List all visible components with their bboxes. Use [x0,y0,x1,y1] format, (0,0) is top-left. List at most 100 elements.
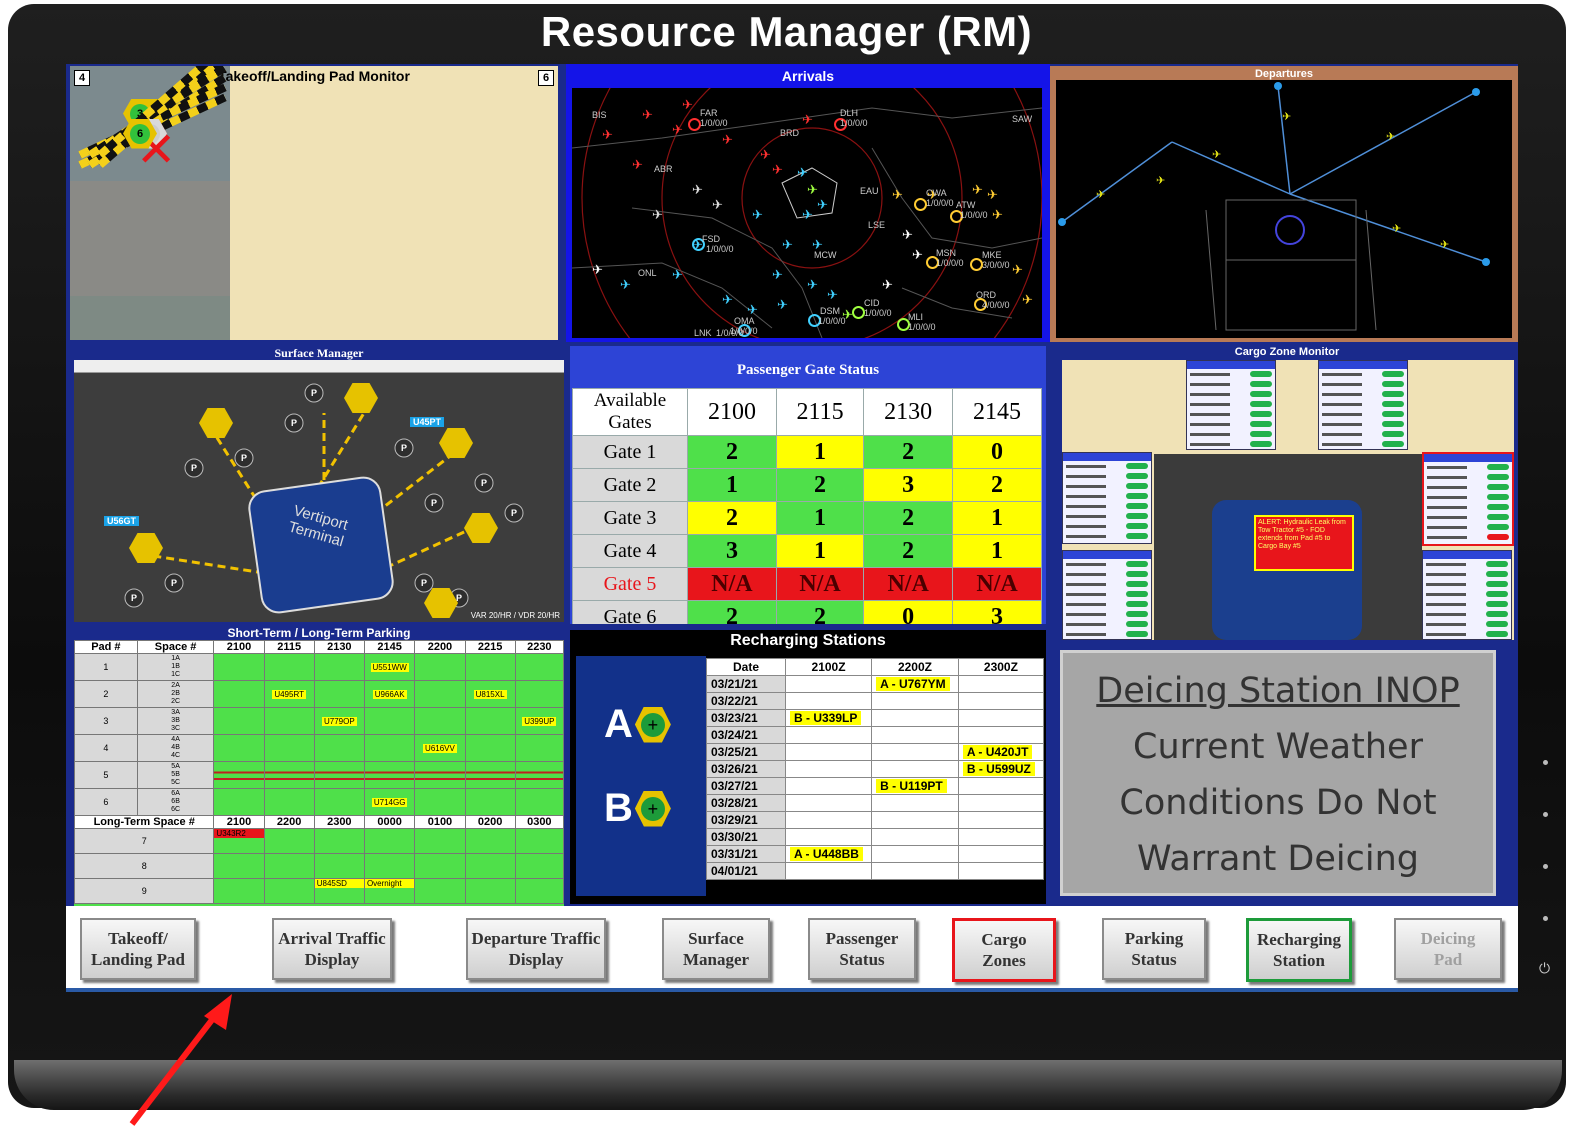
departures-map[interactable]: ✈ ✈ ✈ ✈ ✈ ✈ ✈ [1056,80,1512,338]
longterm-cell[interactable] [464,828,516,854]
gate-cell[interactable]: 2 [863,435,954,469]
parking-cell[interactable]: U966AK [363,680,416,708]
bezel-button[interactable] [1543,864,1548,869]
recharging-slot[interactable] [957,828,1045,846]
bezel-button[interactable] [1543,812,1548,817]
longterm-cell[interactable] [414,878,466,904]
recharging-slot[interactable]: A - U767YM [871,675,959,693]
gate-cell[interactable]: 2 [775,600,865,624]
aircraft-icon[interactable]: ✈ [652,208,663,221]
aircraft-icon[interactable]: ✈ [797,166,808,179]
longterm-cell[interactable] [213,878,265,904]
parking-status-button[interactable]: Parking Status [1102,918,1206,980]
parking-cell[interactable]: U551WW [363,653,416,681]
aircraft-icon[interactable]: ✈ [692,183,703,196]
parking-flight-tag[interactable]: U966AK [372,690,407,699]
parking-cell[interactable] [514,680,564,708]
longterm-cell[interactable] [514,878,564,904]
longterm-flight-tag[interactable]: Overnight [364,879,415,888]
aircraft-icon[interactable]: ✈ [1022,293,1033,306]
parking-cell[interactable] [363,761,416,789]
aircraft-icon[interactable]: ✈ [827,288,838,301]
recharging-slot[interactable] [957,862,1045,880]
recharging-slot[interactable] [871,828,959,846]
parking-cell[interactable] [464,788,516,816]
gate-cell[interactable]: N/A [952,567,1042,601]
aircraft-icon[interactable]: ✈ [807,183,818,196]
recharging-slot[interactable] [784,862,873,880]
terminal-block[interactable]: Vertiport Terminal [246,474,396,616]
parking-cell[interactable] [263,653,315,681]
gate-cell[interactable]: 3 [863,468,954,502]
aircraft-icon[interactable]: ✈ [592,263,603,276]
recharging-slot[interactable] [871,794,959,812]
pad-cell[interactable]: 33 [70,66,554,340]
parking-cell[interactable] [263,707,315,735]
aircraft-icon[interactable]: ✈ [672,123,683,136]
longterm-flight-tag[interactable]: U343R2 [214,829,264,838]
parking-cell[interactable] [414,788,466,816]
parking-cell[interactable]: U779OP [313,707,365,735]
gate-cell[interactable]: 2 [775,468,865,502]
recharging-booking[interactable]: A - U448BB [790,847,863,861]
recharging-slot[interactable] [871,862,959,880]
recharging-slot[interactable] [871,709,959,727]
longterm-cell[interactable]: U343R2 [213,828,265,854]
parking-cell[interactable] [514,734,564,762]
recharging-slot[interactable] [784,692,873,710]
aircraft-icon[interactable]: ✈ [777,298,788,311]
deicing-pad-button[interactable]: Deicing Pad [1394,918,1502,980]
parking-flight-tag[interactable]: U399UP [522,717,557,726]
longterm-cell[interactable] [363,828,416,854]
station-a[interactable]: A + [604,702,671,747]
aircraft-icon[interactable]: ✈ [772,268,783,281]
parking-flight-tag[interactable]: U714GG [371,798,408,807]
recharging-slot[interactable] [871,726,959,744]
parking-cell[interactable] [464,734,516,762]
recharging-slot[interactable] [957,794,1045,812]
parking-cell[interactable] [313,734,365,762]
aircraft-icon[interactable]: ✈ [672,268,683,281]
arrival-traffic-display-button[interactable]: Arrival Traffic Display [272,918,392,980]
longterm-cell[interactable]: Overnight [363,878,416,904]
bezel-button[interactable] [1543,916,1548,921]
recharging-slot[interactable]: B - U339LP [784,709,873,727]
station-b[interactable]: B + [604,786,671,831]
parking-cell[interactable] [363,707,416,735]
parking-cell[interactable] [263,761,315,789]
departure-traffic-display-button[interactable]: Departure Traffic Display [466,918,606,980]
recharging-slot[interactable] [784,760,873,778]
parking-cell[interactable] [313,761,365,789]
longterm-cell[interactable] [464,853,516,879]
gate-cell[interactable]: N/A [775,567,865,601]
parking-cell[interactable] [213,707,265,735]
parking-cell[interactable] [213,680,265,708]
aircraft-icon[interactable]: ✈ [802,113,813,126]
longterm-cell[interactable] [514,853,564,879]
parking-cell[interactable] [464,761,516,789]
gate-cell[interactable]: N/A [863,567,954,601]
recharging-booking[interactable]: B - U119PT [876,779,947,793]
recharging-slot[interactable]: B - U599UZ [957,760,1045,778]
recharging-slot[interactable] [784,675,873,693]
gate-cell[interactable]: 1 [775,435,865,469]
recharging-slot[interactable] [871,692,959,710]
parking-cell[interactable] [514,653,564,681]
recharging-slot[interactable]: A - U420JT [957,743,1045,761]
parking-cell[interactable] [464,707,516,735]
aircraft-icon[interactable]: ✈ [912,248,923,261]
surface-manager-button[interactable]: Surface Manager [662,918,770,980]
parking-cell[interactable] [514,761,564,789]
aircraft-icon[interactable]: ✈ [722,133,733,146]
parking-cell[interactable]: U616VV [414,734,466,762]
aircraft-icon[interactable]: ✈ [752,208,763,221]
flight-tag[interactable]: U56GT [104,516,140,526]
aircraft-icon[interactable]: ✈ [882,278,893,291]
recharging-slot[interactable] [871,811,959,829]
recharging-slot[interactable] [957,692,1045,710]
gate-cell[interactable]: 1 [687,468,777,502]
flight-tag[interactable]: U45PT [410,417,445,427]
longterm-cell[interactable] [213,853,265,879]
parking-cell[interactable] [213,761,265,789]
power-icon[interactable]: ⏻ [1539,960,1550,977]
